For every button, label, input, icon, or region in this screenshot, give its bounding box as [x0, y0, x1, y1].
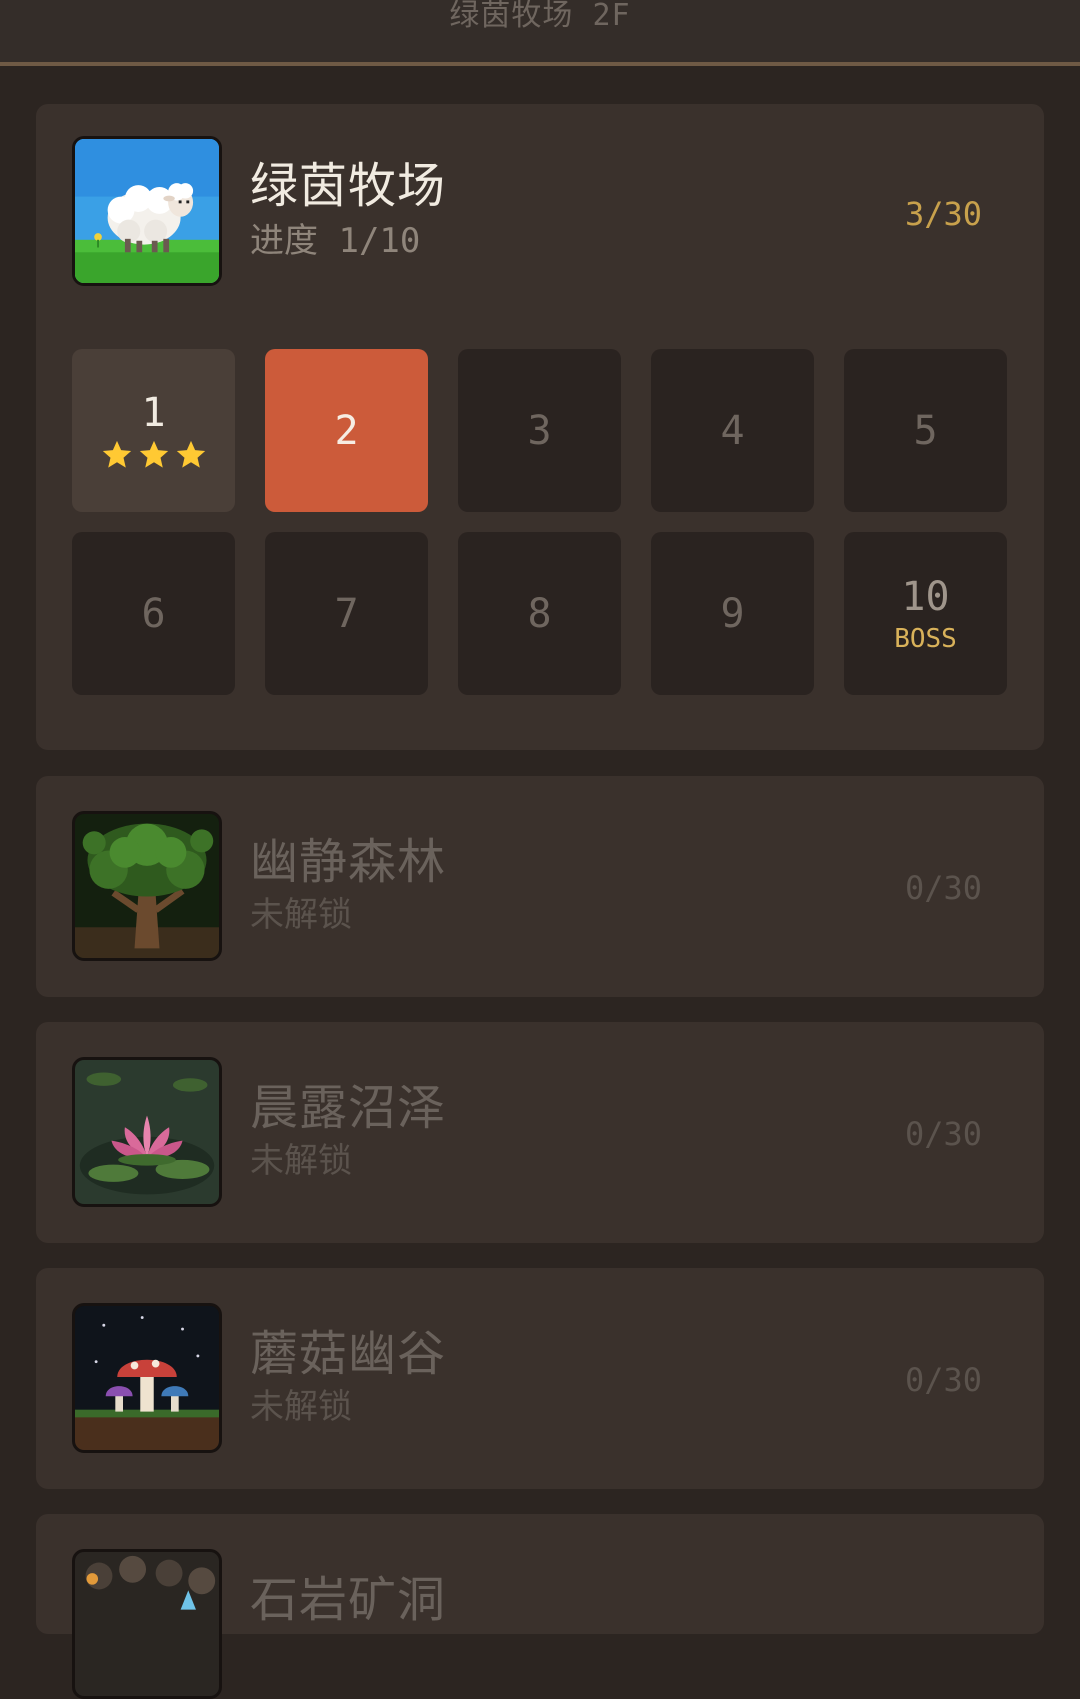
level-8-button[interactable]: 8 — [458, 532, 621, 695]
zone-card-rock-mine[interactable]: 石岩矿洞 — [36, 1514, 1044, 1699]
zone-card-green-pasture[interactable]: 绿茵牧场 进度 1/10 3/30 1 2 3 4 5 6 7 8 9 10 B… — [36, 104, 1044, 750]
zone-progress: 进度 1/10 — [250, 221, 421, 261]
star-icon — [139, 440, 168, 468]
level-number: 2 — [334, 407, 359, 454]
level-stars — [100, 438, 208, 472]
top-bar: 绿茵牧场 2F — [0, 0, 1080, 66]
tree-icon — [72, 811, 222, 961]
zone-card-swamp[interactable]: 晨露沼泽 未解锁 0/30 — [36, 1022, 1044, 1243]
star-icon — [102, 440, 131, 468]
zone-star-count: 0/30 — [904, 869, 982, 907]
level-number: 5 — [913, 407, 938, 454]
zone-lock-status: 未解锁 — [250, 1141, 352, 1181]
zone-name: 蘑菇幽谷 — [250, 1326, 447, 1382]
mushroom-icon — [72, 1303, 222, 1453]
zone-star-count: 0/30 — [904, 1361, 982, 1399]
level-number: 3 — [527, 407, 552, 454]
level-2-button[interactable]: 2 — [265, 349, 428, 512]
level-number: 10 — [901, 573, 950, 620]
level-number: 8 — [527, 590, 552, 637]
level-number: 1 — [141, 389, 166, 436]
star-icon — [176, 440, 205, 468]
floor-title: 绿茵牧场 2F — [449, 0, 631, 33]
level-9-button[interactable]: 9 — [651, 532, 814, 695]
zone-name: 绿茵牧场 — [250, 158, 447, 214]
level-10-boss-button[interactable]: 10 BOSS — [844, 532, 1007, 695]
level-5-button[interactable]: 5 — [844, 349, 1007, 512]
level-number: 4 — [720, 407, 745, 454]
cave-icon — [72, 1549, 222, 1699]
zone-card-forest[interactable]: 幽静森林 未解锁 0/30 — [36, 776, 1044, 997]
zone-lock-status: 未解锁 — [250, 895, 352, 935]
zone-star-count: 3/30 — [904, 195, 982, 233]
zone-name: 晨露沼泽 — [250, 1080, 447, 1136]
level-7-button[interactable]: 7 — [265, 532, 428, 695]
zone-name: 幽静森林 — [250, 834, 447, 890]
sheep-icon — [72, 136, 222, 286]
level-number: 7 — [334, 590, 359, 637]
level-1-button[interactable]: 1 — [72, 349, 235, 512]
level-number: 9 — [720, 590, 745, 637]
level-4-button[interactable]: 4 — [651, 349, 814, 512]
zone-card-mushroom-valley[interactable]: 蘑菇幽谷 未解锁 0/30 — [36, 1268, 1044, 1489]
zone-star-count: 0/30 — [904, 1115, 982, 1153]
level-number: 6 — [141, 590, 166, 637]
zone-name: 石岩矿洞 — [250, 1572, 447, 1628]
zone-lock-status: 未解锁 — [250, 1387, 352, 1427]
level-6-button[interactable]: 6 — [72, 532, 235, 695]
lotus-icon — [72, 1057, 222, 1207]
boss-tag: BOSS — [894, 623, 957, 654]
level-3-button[interactable]: 3 — [458, 349, 621, 512]
